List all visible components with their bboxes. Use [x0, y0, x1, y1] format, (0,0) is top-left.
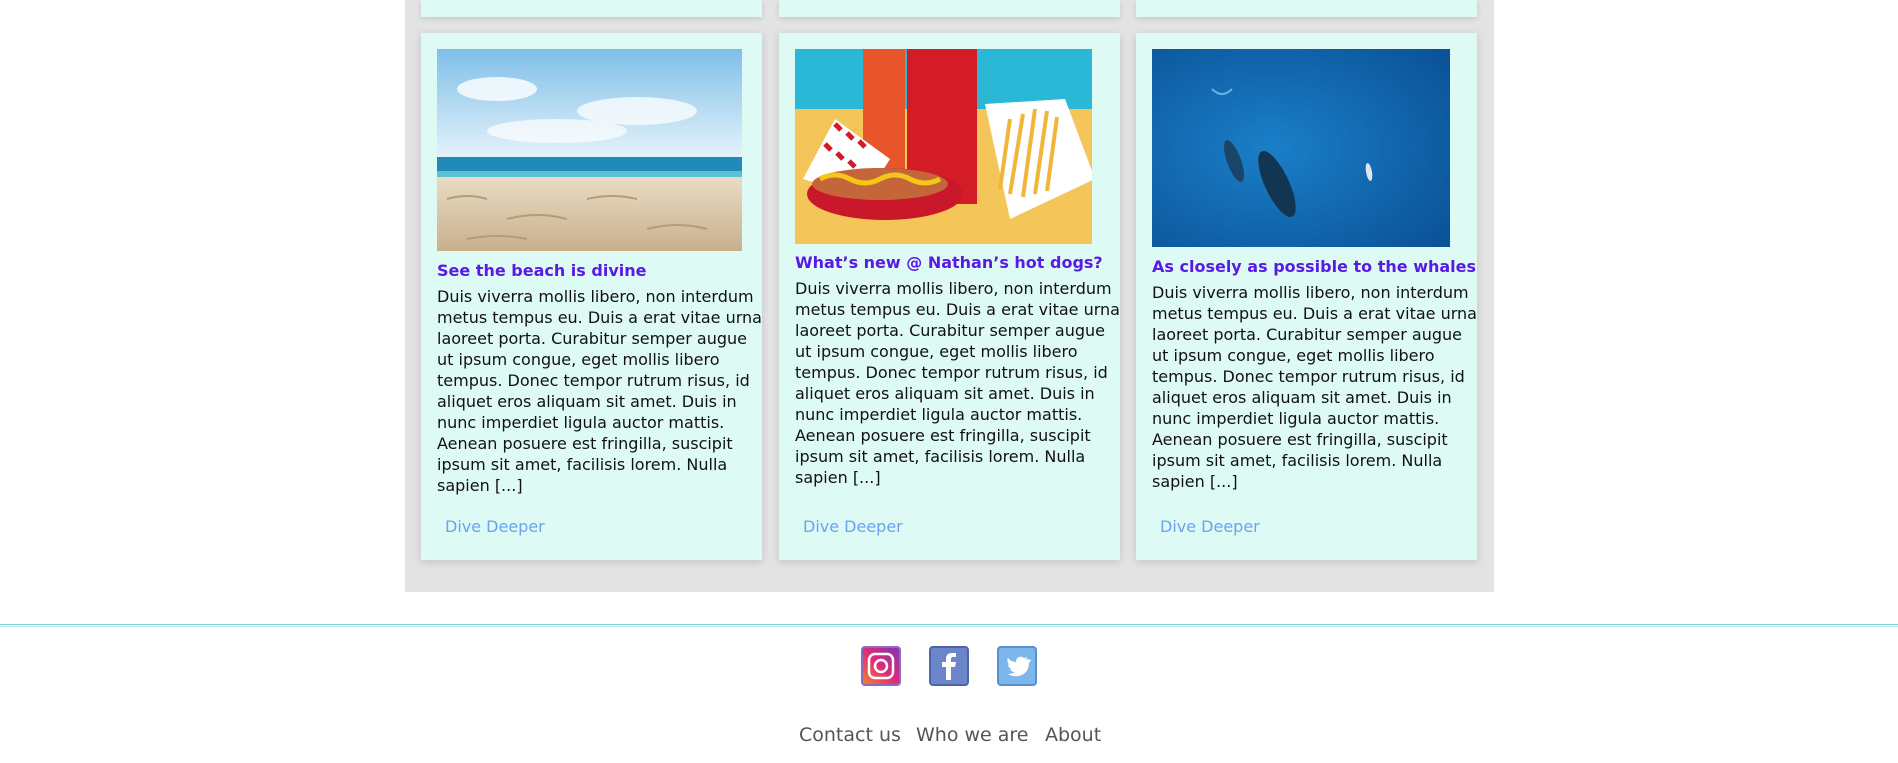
footer-divider	[0, 624, 1898, 627]
card-stub	[1136, 0, 1477, 17]
card-excerpt: Duis viverra mollis libero, non interdum…	[437, 287, 762, 495]
article-card-beach: See the beach is divine Duis viverra mol…	[421, 33, 762, 560]
card-stub	[421, 0, 762, 17]
footer-link-about[interactable]: About	[1045, 724, 1101, 746]
footer-link-contact[interactable]: Contact us	[799, 724, 901, 746]
footer-link-who-we-are[interactable]: Who we are	[916, 724, 1029, 746]
content-panel: See the beach is divine Duis viverra mol…	[405, 0, 1494, 592]
dive-deeper-link[interactable]: Dive Deeper	[445, 517, 545, 536]
beach-image	[437, 49, 742, 251]
facebook-icon[interactable]	[929, 646, 969, 686]
card-title[interactable]: See the beach is divine	[437, 261, 646, 281]
hotdog-image	[795, 49, 1092, 244]
dive-deeper-link[interactable]: Dive Deeper	[803, 517, 903, 536]
dive-deeper-link[interactable]: Dive Deeper	[1160, 517, 1260, 536]
card-stub	[779, 0, 1120, 17]
article-card-hotdogs: What’s new @ Nathan’s hot dogs? Duis viv…	[779, 33, 1120, 560]
card-title[interactable]: As closely as possible to the whales	[1152, 257, 1476, 277]
whale-image	[1152, 49, 1450, 247]
card-excerpt: Duis viverra mollis libero, non interdum…	[795, 279, 1120, 487]
article-card-whales: As closely as possible to the whales Dui…	[1136, 33, 1477, 560]
instagram-icon[interactable]	[861, 646, 901, 686]
card-excerpt: Duis viverra mollis libero, non interdum…	[1152, 283, 1477, 491]
card-title[interactable]: What’s new @ Nathan’s hot dogs?	[795, 253, 1103, 273]
twitter-icon[interactable]	[997, 646, 1037, 686]
